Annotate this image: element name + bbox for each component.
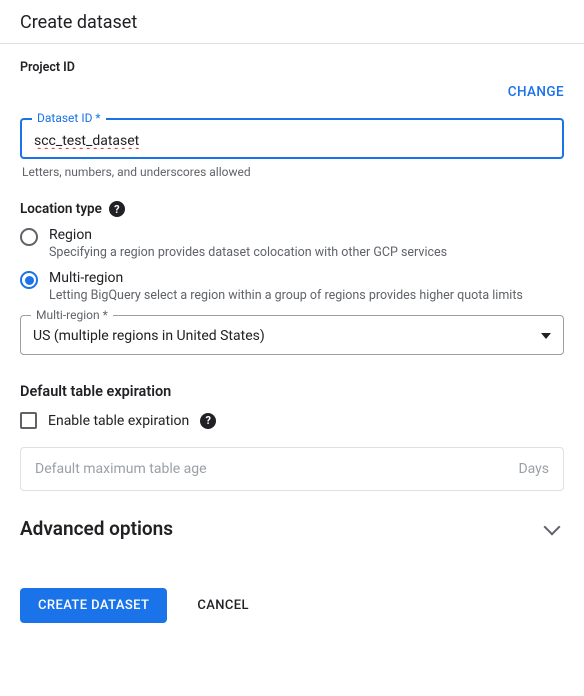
enable-expiration-row[interactable]: Enable table expiration ?	[20, 412, 564, 429]
radio-multi-region-desc: Letting BigQuery select a region within …	[49, 288, 523, 303]
multi-region-select-label: Multi-region *	[31, 308, 113, 322]
dataset-id-label: Dataset ID *	[32, 111, 106, 125]
cancel-button[interactable]: CANCEL	[191, 597, 255, 614]
radio-region[interactable]: Region Specifying a region provides data…	[20, 227, 564, 260]
radio-multi-region[interactable]: Multi-region Letting BigQuery select a r…	[20, 270, 564, 303]
project-section: Project ID CHANGE	[20, 60, 564, 100]
dialog-header: Create dataset	[0, 0, 584, 44]
radio-region-desc: Specifying a region provides dataset col…	[49, 245, 447, 260]
expiration-heading: Default table expiration	[20, 383, 564, 400]
advanced-options-heading: Advanced options	[20, 517, 173, 540]
advanced-options-toggle[interactable]: Advanced options	[20, 517, 564, 540]
change-project-link[interactable]: CHANGE	[508, 84, 564, 100]
location-type-label: Location type	[20, 201, 102, 217]
max-table-age-field: Default maximum table age Days	[20, 447, 564, 491]
radio-icon	[20, 228, 38, 246]
dataset-id-helper: Letters, numbers, and underscores allowe…	[22, 165, 564, 179]
max-table-age-unit: Days	[518, 461, 549, 477]
radio-icon	[20, 271, 38, 289]
caret-down-icon	[541, 333, 551, 339]
dataset-id-input[interactable]	[34, 133, 550, 149]
help-icon[interactable]: ?	[200, 413, 216, 429]
radio-multi-region-label: Multi-region	[49, 270, 523, 286]
dialog-footer: CREATE DATASET CANCEL	[20, 588, 564, 623]
chevron-down-icon	[544, 518, 561, 535]
create-dataset-button[interactable]: CREATE DATASET	[20, 588, 167, 623]
dataset-id-field[interactable]: Dataset ID *	[20, 118, 564, 159]
max-table-age-placeholder: Default maximum table age	[35, 461, 207, 477]
project-id-label: Project ID	[20, 60, 564, 75]
multi-region-select[interactable]: Multi-region * US (multiple regions in U…	[20, 315, 564, 355]
checkbox-icon	[20, 412, 37, 429]
help-icon[interactable]: ?	[109, 201, 125, 217]
dialog-content: Project ID CHANGE Dataset ID * Letters, …	[0, 44, 584, 643]
dialog-title: Create dataset	[20, 12, 564, 33]
enable-expiration-label: Enable table expiration	[48, 413, 189, 429]
multi-region-select-value: US (multiple regions in United States)	[33, 328, 265, 344]
radio-region-label: Region	[49, 227, 447, 243]
location-section: Location type ? Region Specifying a regi…	[20, 201, 564, 355]
